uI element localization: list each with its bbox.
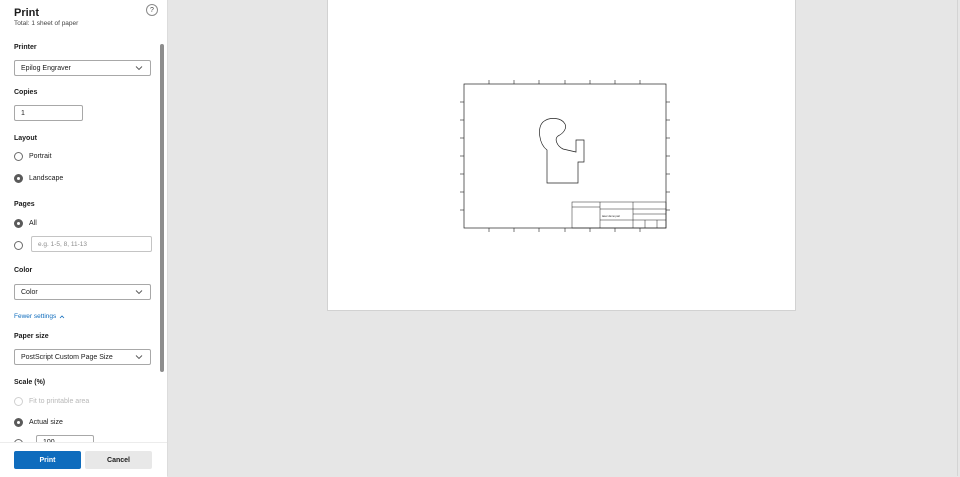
scale-fit-option: Fit to printable area <box>14 395 89 407</box>
window-edge <box>957 0 958 476</box>
pages-range-option[interactable] <box>14 239 29 251</box>
print-settings-panel: Print Total: 1 sheet of paper ? Printer … <box>0 0 168 477</box>
layout-landscape-option[interactable]: Landscape <box>14 172 63 184</box>
dialog-title: Print <box>14 7 40 19</box>
paper-size-value: PostScript Custom Page Size <box>21 353 113 361</box>
help-icon[interactable]: ? <box>146 4 158 16</box>
color-value: Color <box>21 288 38 296</box>
cancel-button[interactable]: Cancel <box>85 451 152 469</box>
pages-label: Pages <box>14 201 35 208</box>
pages-range-radio[interactable] <box>14 240 23 250</box>
pages-all-label: All <box>29 219 37 227</box>
settings-scroll-area[interactable]: Printer Epilog Engraver Copies 1 Layout … <box>0 40 167 442</box>
preview-drawing: laser demo part <box>460 80 670 232</box>
panel-header: Print Total: 1 sheet of paper <box>14 7 78 27</box>
printer-value: Epilog Engraver <box>21 64 71 72</box>
scale-fit-label: Fit to printable area <box>29 397 90 405</box>
drawing-border <box>463 83 667 229</box>
copies-input[interactable]: 1 <box>14 105 83 121</box>
layout-portrait-option[interactable]: Portrait <box>14 150 52 162</box>
portrait-label: Portrait <box>29 152 52 160</box>
part-outline <box>539 118 585 184</box>
chevron-up-icon <box>59 314 65 318</box>
printer-select[interactable]: Epilog Engraver <box>14 60 151 76</box>
chevron-down-icon <box>135 290 143 295</box>
paper-size-label: Paper size <box>14 333 49 340</box>
settings-scrollbar[interactable] <box>160 44 164 372</box>
dialog-footer: Print Cancel <box>0 442 167 477</box>
scale-custom-input[interactable]: 100 <box>36 435 94 442</box>
color-select[interactable]: Color <box>14 284 151 300</box>
layout-label: Layout <box>14 135 37 142</box>
paper-size-select[interactable]: PostScript Custom Page Size <box>14 349 151 365</box>
scale-actual-label: Actual size <box>29 418 63 426</box>
landscape-radio[interactable] <box>14 173 23 183</box>
scale-fit-radio <box>14 396 23 406</box>
scale-actual-radio[interactable] <box>14 417 23 427</box>
chevron-down-icon <box>135 66 143 71</box>
fewer-settings-link[interactable]: Fewer settings <box>14 313 65 320</box>
fewer-settings-label: Fewer settings <box>14 313 57 320</box>
portrait-radio[interactable] <box>14 151 23 161</box>
page-range-input[interactable]: e.g. 1-5, 8, 11-13 <box>31 236 152 252</box>
scale-actual-option[interactable]: Actual size <box>14 416 63 428</box>
color-label: Color <box>14 267 33 274</box>
sheet-count: Total: 1 sheet of paper <box>14 20 79 27</box>
chevron-down-icon <box>135 355 143 360</box>
scale-label: Scale (%) <box>14 379 46 386</box>
print-button[interactable]: Print <box>14 451 81 469</box>
pages-all-option[interactable]: All <box>14 217 37 229</box>
landscape-label: Landscape <box>29 174 64 182</box>
pages-all-radio[interactable] <box>14 218 23 228</box>
copies-label: Copies <box>14 89 38 96</box>
printer-label: Printer <box>14 44 37 51</box>
title-block-text: laser demo part <box>602 214 620 218</box>
print-preview-page: laser demo part <box>327 0 796 311</box>
